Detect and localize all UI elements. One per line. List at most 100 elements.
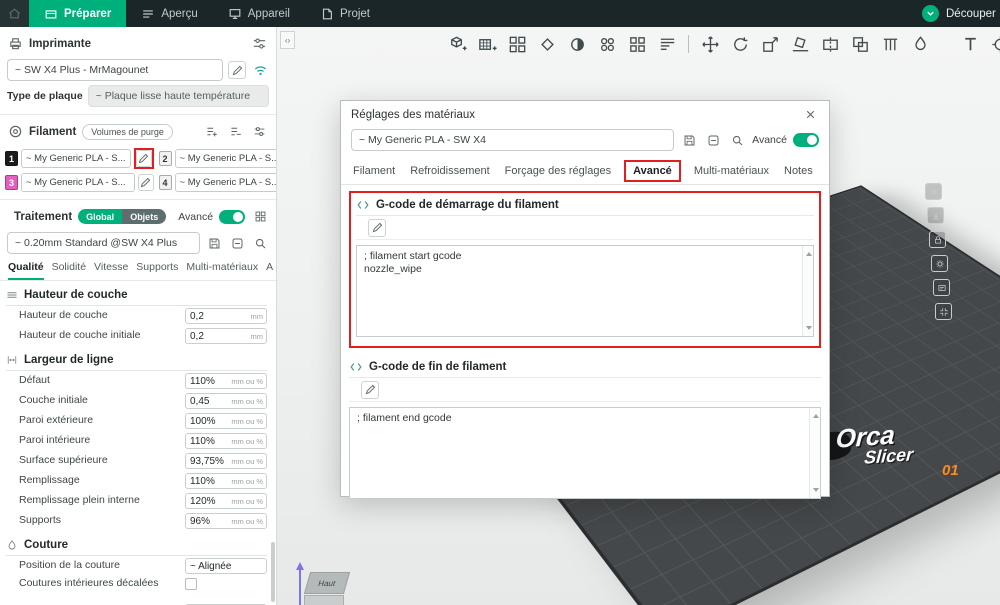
orientation-gizmo[interactable]: Haut Avant [295,539,351,605]
sidebar-scrollbar[interactable] [271,542,275,602]
purge-volumes-button[interactable]: Volumes de purge [82,123,173,140]
dialog-tab-filament[interactable]: Filament [353,165,395,177]
toolbar-fill-color-button[interactable] [565,32,589,56]
layer-height-input[interactable]: 0,2 mm [185,308,267,324]
start-gcode-textarea[interactable]: ; filament start gcode nozzle_wipe [356,245,814,337]
tab-preview[interactable]: Aperçu [126,0,212,27]
seam-position-combo[interactable]: ~ Alignée [185,558,267,574]
toolbar-scale-button[interactable] [758,32,782,56]
delete-preset-button[interactable] [228,234,246,252]
staggered-inner-seams-checkbox[interactable] [185,578,197,590]
start-gcode-edit-button[interactable] [368,218,386,237]
filament-1-color-badge[interactable]: 1 [5,151,18,166]
save-preset-button[interactable] [205,234,223,252]
toolbar-add-plate-button[interactable] [475,32,499,56]
search-settings-button[interactable] [251,234,269,252]
support-width-input[interactable]: 96% mm ou % [185,513,267,529]
toolbar-measure-button[interactable] [988,32,1000,56]
toolbar-orient-button[interactable] [535,32,559,56]
textarea-scrollbar[interactable] [802,246,813,336]
process-tab-advanced[interactable]: A [266,261,273,280]
plate-type-combo[interactable]: ~ Plaque lisse haute température [87,85,269,107]
tab-project[interactable]: Projet [305,0,385,27]
inner-wall-width-input[interactable]: 110% mm ou % [185,433,267,449]
plate-settle-button[interactable] [927,207,944,224]
internal-solid-infill-width-input[interactable]: 120% mm ou % [185,493,267,509]
end-gcode-edit-button[interactable] [361,380,379,399]
infill-width-input[interactable]: 110% mm ou % [185,473,267,489]
toolbar-variable-layer-button[interactable] [655,32,679,56]
delete-material-button[interactable] [704,131,722,149]
sidebar-collapse-handle[interactable]: ‹› [280,31,295,49]
scope-objects-button[interactable]: Objets [122,209,167,224]
remove-filament-button[interactable] [226,123,244,141]
toolbar-split-parts-button[interactable] [625,32,649,56]
toolbar-text-button[interactable] [958,32,982,56]
plate-lock-button[interactable] [929,231,946,248]
plate-settings-button[interactable] [931,255,948,272]
filament-4-color-badge[interactable]: 4 [158,175,172,190]
home-button[interactable] [0,0,29,27]
process-preset-combo[interactable]: ~ 0.20mm Standard @SW X4 Plus [7,232,200,254]
toolbar-move-button[interactable] [698,32,722,56]
process-tab-multimaterial[interactable]: Multi-matériaux [186,261,258,280]
process-tab-supports[interactable]: Supports [136,261,178,280]
outer-wall-width-input[interactable]: 100% mm ou % [185,413,267,429]
top-surface-width-input[interactable]: 93,75% mm ou % [185,453,267,469]
gizmo-top-face[interactable]: Haut [303,572,351,594]
advanced-toggle[interactable] [219,209,246,224]
plate-name-button[interactable] [933,279,950,296]
slice-button[interactable]: Découper [946,8,1000,20]
filament-1-combo[interactable]: ~ My Generic PLA - S... [21,149,131,168]
toolbar-cut-button[interactable] [818,32,842,56]
textarea-scrollbar[interactable] [809,408,820,498]
printer-edit-button[interactable] [228,61,246,79]
checkbox-cell [185,578,267,590]
filament-4-combo[interactable]: ~ My Generic PLA - S... [174,173,276,192]
toolbar-boolean-button[interactable] [848,32,872,56]
filament-3-combo[interactable]: ~ My Generic PLA - S... [21,173,135,192]
dialog-tab-advanced[interactable]: Avancé [633,165,672,177]
toolbar-support-paint-button[interactable] [878,32,902,56]
filament-settings-button[interactable] [250,123,268,141]
dialog-tab-multimaterial[interactable]: Multi-matériaux [694,165,769,177]
process-tab-quality[interactable]: Qualité [8,261,44,280]
first-layer-width-input[interactable]: 0,45 mm ou % [185,393,267,409]
printer-connect-button[interactable] [251,61,269,79]
slice-options-button[interactable] [922,5,939,22]
dialog-close-button[interactable] [801,106,819,124]
save-material-button[interactable] [680,131,698,149]
add-filament-button[interactable] [202,123,220,141]
tab-device[interactable]: Appareil [213,0,305,27]
tab-prepare[interactable]: Préparer [29,0,127,27]
process-tab-strength[interactable]: Solidité [52,261,86,280]
dialog-tab-overrides[interactable]: Forçage des réglages [505,165,611,177]
plate-delete-button[interactable] [925,183,942,200]
printer-settings-button[interactable] [250,35,268,53]
process-tab-speed[interactable]: Vitesse [94,261,128,280]
dialog-tab-cooling[interactable]: Refroidissement [410,165,489,177]
toolbar-add-object-button[interactable] [445,32,469,56]
end-gcode-textarea[interactable]: ; filament end gcode [349,407,821,499]
toolbar-split-objects-button[interactable] [595,32,619,56]
toolbar-flatten-button[interactable] [788,32,812,56]
material-preset-combo[interactable]: ~ My Generic PLA - SW X4 [351,129,675,151]
filament-3-edit-button[interactable] [137,174,154,191]
gizmo-front-face[interactable]: Avant [304,595,344,605]
filament-2-combo[interactable]: ~ My Generic PLA - S... [174,149,276,168]
filament-2-color-badge[interactable]: 2 [158,151,172,166]
dialog-advanced-toggle[interactable] [793,133,819,147]
default-width-input[interactable]: 110% mm ou % [185,373,267,389]
toolbar-arrange-button[interactable] [505,32,529,56]
search-material-button[interactable] [728,131,746,149]
plate-compress-button[interactable] [935,303,952,320]
filament-3-color-badge[interactable]: 3 [5,175,18,190]
initial-layer-height-input[interactable]: 0,2 mm [185,328,267,344]
dialog-tab-notes[interactable]: Notes [784,165,813,177]
toolbar-rotate-button[interactable] [728,32,752,56]
printer-preset-combo[interactable]: ~ SW X4 Plus - MrMagounet [7,59,223,81]
scope-global-button[interactable]: Global [78,209,123,224]
filament-1-edit-button[interactable] [135,150,152,167]
toolbar-color-paint-button[interactable] [908,32,932,56]
structure-view-button[interactable] [251,208,269,226]
